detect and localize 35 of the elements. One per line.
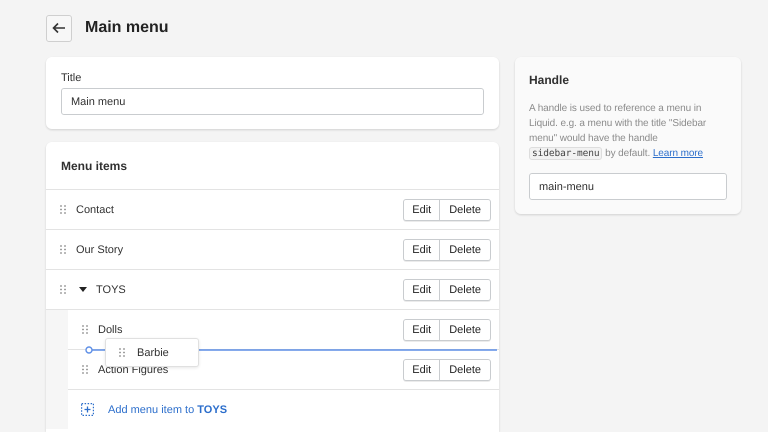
menu-item-label: Barbie [137,346,169,358]
drag-handle-icon[interactable] [82,365,88,374]
field-label: Title [61,72,82,84]
action-button[interactable]: Delete [440,358,491,380]
title-field[interactable]: Main menu [61,88,484,115]
caret-icon[interactable] [79,287,87,292]
page-title: Main menu [85,19,169,37]
back-arrow-icon [52,22,66,34]
drag-handle-icon[interactable] [60,205,66,214]
menu-item-label: Our Story [76,244,124,256]
action-button[interactable]: Delete [440,238,491,260]
action-button[interactable]: Edit [403,198,440,220]
drag-handle-icon[interactable] [82,325,88,334]
handle-description: A handle is used to reference a menu in Liquid. e.g. a menu with the title "Sidebar menu" would have the handle sidebar-menu by default. Learn more [529,102,708,161]
drag-handle-icon[interactable] [60,245,66,254]
action-button[interactable]: Edit [403,358,440,380]
card-heading: Handle [529,73,570,87]
dragged-menu-item[interactable]: Barbie [105,338,199,367]
handle-field[interactable]: main-menu [529,173,727,200]
add-menu-item-link[interactable]: Add menu item to TOYS [108,404,228,416]
drag-handle-icon [119,348,125,357]
learn-more-link[interactable]: Learn more [652,148,703,159]
card-heading: Menu items [61,158,128,172]
menu-item-label: Dolls [98,324,122,336]
action-button[interactable]: Delete [440,278,491,300]
action-button[interactable]: Delete [440,198,491,220]
action-button[interactable]: Edit [403,318,440,340]
action-button[interactable]: Delete [440,318,491,340]
menu-item-label: Contact [76,204,114,216]
menu-item-label: TOYS [96,284,126,296]
drag-handle-icon[interactable] [60,285,66,294]
action-button[interactable]: Edit [403,278,440,300]
back-button[interactable] [46,14,72,42]
add-icon[interactable] [81,403,94,416]
action-button[interactable]: Edit [403,238,440,260]
